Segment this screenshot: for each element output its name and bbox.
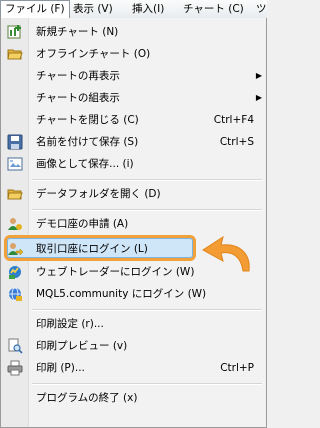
save-as-image-label: 画像として保存... (i): [36, 158, 134, 170]
menu-item-close-chart[interactable]: チャートを閉じる (C) Ctrl+F4: [1, 109, 268, 131]
menu-item-save-as[interactable]: 名前を付けて保存 (S) Ctrl+S: [1, 131, 268, 153]
folder-icon: [7, 186, 23, 202]
chart-set-label: チャートの組表示: [36, 92, 120, 104]
save-icon: [7, 134, 23, 150]
menu-item-offline-chart[interactable]: オフラインチャート (O): [1, 43, 268, 65]
menu-item-redisplay-chart[interactable]: チャートの再表示 ▶: [1, 65, 268, 87]
pointer-arrow-icon: [202, 235, 250, 272]
menu-separator: [32, 179, 262, 181]
login-trade-account-label: 取引口座にログイン (L): [36, 243, 148, 255]
menu-file[interactable]: ファイル (F): [0, 0, 70, 19]
save-as-shortcut: Ctrl+S: [219, 136, 254, 148]
save-as-label: 名前を付けて保存 (S): [36, 136, 139, 148]
menu-item-print[interactable]: 印刷 (P)... Ctrl+P: [1, 357, 268, 379]
menu-separator: [32, 309, 262, 311]
menu-chart[interactable]: チャート (C): [183, 0, 244, 18]
new-chart-label: 新規チャート (N): [36, 26, 119, 38]
menu-insert[interactable]: 挿入(I): [132, 0, 164, 18]
login-mql5-label: MQL5.community にログイン (W): [36, 288, 207, 300]
print-setup-label: 印刷設定 (r)...: [36, 318, 104, 330]
close-chart-label: チャートを閉じる (C): [36, 114, 139, 126]
menu-tools[interactable]: ツ: [256, 0, 267, 18]
printer-icon: [7, 360, 23, 376]
submenu-arrow-icon: ▶: [255, 71, 262, 80]
menu-item-exit[interactable]: プログラムの終了 (x): [1, 387, 268, 409]
close-chart-shortcut: Ctrl+F4: [213, 114, 254, 126]
menu-item-print-setup[interactable]: 印刷設定 (r)...: [1, 313, 268, 335]
print-label: 印刷 (P)...: [36, 362, 85, 374]
demo-account-label: デモ口座の申請 (A): [36, 218, 129, 230]
offline-chart-label: オフラインチャート (O): [36, 48, 151, 60]
print-shortcut: Ctrl+P: [220, 362, 254, 374]
menu-item-new-chart[interactable]: 新規チャート (N): [1, 21, 268, 43]
menu-item-login-mql5[interactable]: MQL5.community にログイン (W): [1, 283, 268, 305]
menu-item-demo-account[interactable]: デモ口座の申請 (A): [1, 213, 268, 235]
redisplay-chart-label: チャートの再表示: [36, 70, 120, 82]
menu-bar: ファイル (F) 表示 (V) 挿入(I) チャート (C) ツ: [0, 0, 267, 19]
menu-item-chart-set[interactable]: チャートの組表示 ▶: [1, 87, 268, 109]
login-account-icon: [7, 241, 24, 257]
menu-item-save-as-image[interactable]: 画像として保存... (i): [1, 153, 268, 175]
webtrader-icon: [7, 264, 23, 280]
menu-separator: [32, 209, 262, 211]
exit-label: プログラムの終了 (x): [36, 392, 138, 404]
new-chart-icon: [7, 24, 23, 40]
menu-separator: [32, 383, 262, 385]
menu-view[interactable]: 表示 (V): [73, 0, 113, 18]
menu-item-print-preview[interactable]: 印刷プレビュー (v): [1, 335, 268, 357]
print-preview-icon: [7, 338, 23, 354]
demo-account-icon: [7, 216, 23, 232]
submenu-arrow-icon: ▶: [255, 93, 262, 102]
image-icon: [7, 156, 23, 172]
print-preview-label: 印刷プレビュー (v): [36, 340, 128, 352]
login-webtrader-label: ウェブトレーダーにログイン (W): [36, 266, 195, 278]
menu-item-open-data-folder[interactable]: データフォルダを開く (D): [1, 183, 268, 205]
mql5-icon: [7, 286, 23, 302]
folder-open-icon: [7, 46, 23, 62]
open-data-folder-label: データフォルダを開く (D): [36, 188, 161, 200]
file-menu-dropdown: 新規チャート (N) オフラインチャート (O) チャートの再表示 ▶ チャート…: [0, 18, 267, 428]
